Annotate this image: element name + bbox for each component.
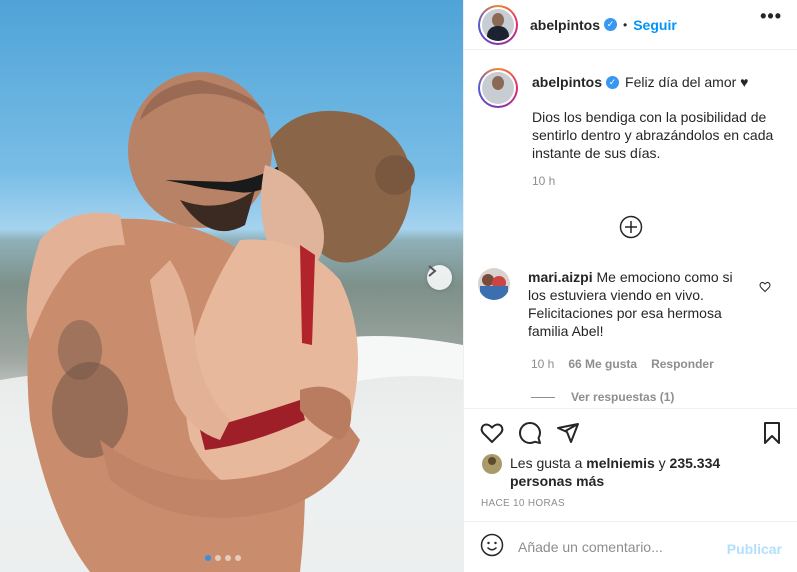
actions-bar — [464, 408, 797, 444]
comment-likes[interactable]: 66 Me gusta — [568, 357, 637, 371]
load-more-comments-icon[interactable] — [619, 215, 643, 239]
carousel-dot — [235, 555, 241, 561]
emoji-icon[interactable] — [480, 533, 504, 562]
likes-prefix: Les gusta a — [510, 455, 583, 471]
comment-composer: Publicar — [464, 521, 797, 572]
caption-time[interactable]: 10 h — [532, 174, 782, 188]
replies-divider — [531, 396, 555, 398]
post-timestamp[interactable]: HACE 10 HORAS — [481, 498, 565, 509]
chevron-right-icon — [428, 265, 437, 277]
comment-username[interactable]: mari.aizpi — [528, 269, 593, 285]
view-replies-label: Ver respuestas (1) — [571, 390, 675, 404]
comment-icon[interactable] — [518, 421, 542, 450]
post-photo[interactable] — [0, 0, 463, 572]
caption-avatar[interactable] — [478, 68, 518, 108]
carousel-indicator — [205, 555, 241, 561]
likes-conjunction: y — [658, 455, 666, 471]
couple-beach-image — [0, 72, 463, 572]
comment-meta: 10 h 66 Me gusta Responder — [531, 357, 714, 371]
caption: abelpintos ✓ Feliz día del amor ♥ Dios l… — [478, 68, 788, 188]
avatar[interactable] — [478, 4, 518, 45]
carousel-dot — [225, 555, 231, 561]
like-heart-icon[interactable] — [480, 421, 504, 450]
separator: • — [623, 17, 628, 32]
post-username[interactable]: abelpintos — [530, 17, 600, 33]
publish-button[interactable]: Publicar — [727, 541, 782, 557]
share-icon[interactable] — [556, 421, 580, 450]
follow-button[interactable]: Seguir — [633, 17, 677, 33]
likes-summary: Les gusta a melniemis y 235.334 personas… — [482, 454, 782, 490]
view-replies-button[interactable]: Ver respuestas (1) — [531, 390, 674, 404]
bookmark-icon[interactable] — [760, 421, 784, 450]
comment-item: mari.aizpi Me emociono como si los estuv… — [478, 268, 788, 340]
carousel-dot — [205, 555, 211, 561]
caption-username[interactable]: abelpintos — [532, 74, 602, 90]
liker-avatar[interactable] — [482, 454, 502, 474]
next-image-button[interactable] — [427, 265, 452, 290]
more-options-icon[interactable]: ••• — [760, 6, 782, 27]
caption-title: Feliz día del amor ♥ — [625, 74, 749, 90]
liker-username[interactable]: melniemis — [586, 455, 654, 471]
post-sidebar: abelpintos ✓ • Seguir ••• abelpintos ✓ F… — [463, 0, 797, 572]
verified-badge-icon: ✓ — [606, 75, 620, 89]
comment-input[interactable] — [518, 539, 718, 555]
like-comment-icon[interactable] — [759, 280, 771, 298]
carousel-dot — [215, 555, 221, 561]
verified-badge-icon: ✓ — [604, 18, 618, 31]
post-header: abelpintos ✓ • Seguir ••• — [464, 0, 797, 50]
reply-button[interactable]: Responder — [651, 357, 714, 371]
comment-time[interactable]: 10 h — [531, 357, 554, 371]
caption-body: Dios los bendiga con la posibilidad de s… — [532, 109, 774, 161]
comment-avatar[interactable] — [478, 268, 510, 300]
